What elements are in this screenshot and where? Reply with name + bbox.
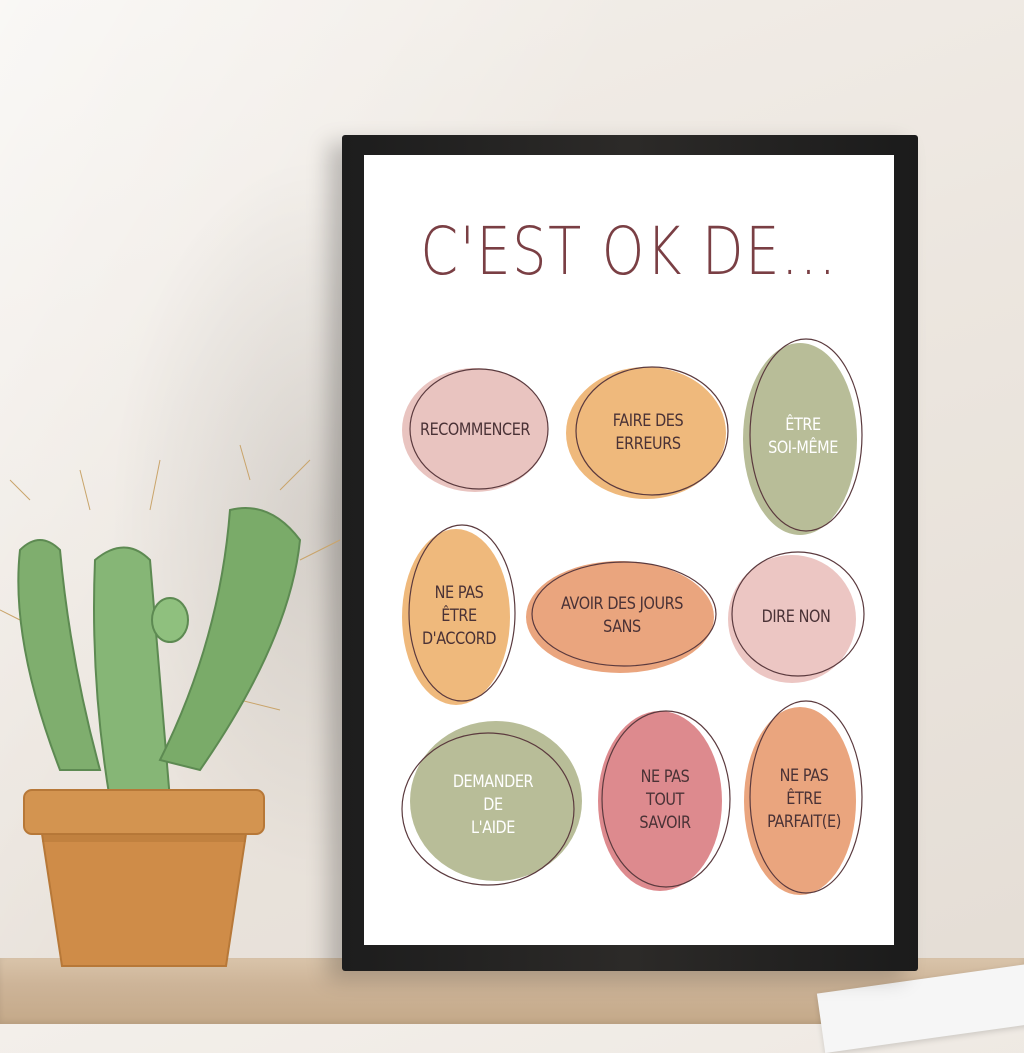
blob-label: NE PAS ÊTRE D'ACCORD — [421, 582, 497, 649]
pot-shadow — [42, 834, 246, 842]
blob-label: NE PAS TOUT SAVOIR — [639, 766, 691, 833]
pot-body — [40, 833, 248, 967]
cactus-bud — [151, 597, 189, 643]
poster-title: C'EST OK DE... — [420, 213, 838, 290]
pot-rim — [23, 789, 265, 835]
blob-recommencer: RECOMMENCER — [400, 365, 550, 495]
blob-label: DIRE NON — [761, 606, 831, 627]
blob-avoir-des-jours-sans: AVOIR DES JOURS SANS — [524, 557, 720, 675]
blob-faire-des-erreurs: FAIRE DES ERREURS — [564, 365, 732, 501]
blob-dire-non: DIRE NON — [726, 549, 866, 685]
poster: C'EST OK DE... RECOMMENCER FAIRE DES ERR… — [364, 155, 894, 945]
blob-etre-soi-meme: ÊTRE SOI-MÊME — [742, 337, 864, 537]
blob-label: DEMANDER DE L'AIDE — [452, 771, 534, 838]
blob-demander-de-laide: DEMANDER DE L'AIDE — [400, 719, 586, 891]
blob-label: AVOIR DES JOURS SANS — [561, 594, 683, 637]
cactus-stem-center — [93, 546, 172, 801]
cactus-arm-right — [158, 507, 302, 772]
cactus-arm-left — [17, 539, 102, 771]
blob-label: ÊTRE SOI-MÊME — [768, 415, 838, 458]
blob-ne-pas-tout-savoir: NE PAS TOUT SAVOIR — [596, 705, 734, 895]
terracotta-pot — [23, 789, 265, 967]
blob-label: FAIRE DES ERREURS — [612, 411, 684, 454]
blob-ne-pas-etre-daccord: NE PAS ÊTRE D'ACCORD — [400, 523, 518, 709]
cactus — [0, 444, 341, 801]
blob-label: RECOMMENCER — [419, 419, 531, 440]
blob-label: NE PAS ÊTRE PARFAIT(E) — [767, 765, 841, 832]
blob-ne-pas-etre-parfait: NE PAS ÊTRE PARFAIT(E) — [742, 699, 866, 899]
